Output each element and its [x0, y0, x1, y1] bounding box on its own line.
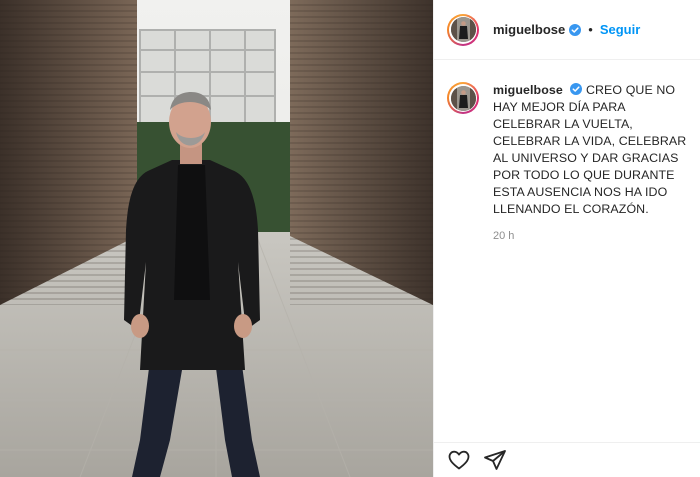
author-avatar-ring[interactable] — [447, 13, 479, 46]
header-separator: • — [588, 22, 593, 37]
post-sidebar: miguelbose • Seguir miguelbose CREO QUE … — [433, 0, 700, 477]
post-timestamp[interactable]: 20 h — [493, 230, 700, 242]
caption-comment: miguelbose CREO QUE NO HAY MEJOR DÍA PAR… — [434, 60, 700, 218]
follow-button[interactable]: Seguir — [600, 22, 640, 37]
post-header: miguelbose • Seguir — [434, 0, 700, 60]
heart-icon[interactable] — [447, 448, 471, 472]
post-image — [0, 0, 433, 477]
avatar — [450, 17, 476, 42]
caption-avatar-ring[interactable] — [447, 82, 479, 114]
avatar-image — [450, 85, 476, 111]
post-photo[interactable] — [0, 0, 433, 477]
avatar-image — [450, 17, 476, 42]
caption-username[interactable]: miguelbose — [493, 83, 563, 97]
caption-text: miguelbose CREO QUE NO HAY MEJOR DÍA PAR… — [493, 82, 690, 218]
paper-plane-icon[interactable] — [483, 448, 507, 472]
avatar — [450, 85, 476, 111]
verified-badge-icon — [569, 23, 582, 36]
verified-badge-icon — [570, 83, 583, 95]
caption-body: CREO QUE NO HAY MEJOR DÍA PARA CELEBRAR … — [493, 83, 687, 216]
author-username[interactable]: miguelbose — [493, 22, 565, 37]
instagram-post: miguelbose • Seguir miguelbose CREO QUE … — [0, 0, 700, 477]
action-bar — [434, 442, 700, 477]
